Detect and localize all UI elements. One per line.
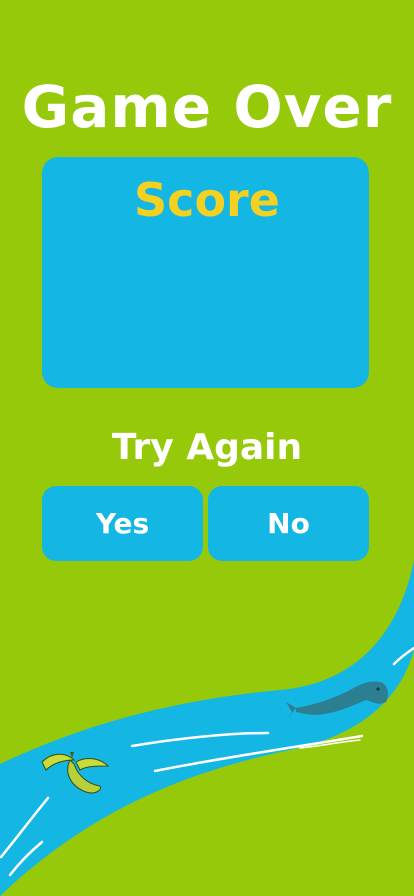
river-decoration [0, 560, 414, 896]
river-band [0, 560, 414, 896]
game-over-screen: Game Over Score Try Again Yes No [0, 0, 414, 896]
